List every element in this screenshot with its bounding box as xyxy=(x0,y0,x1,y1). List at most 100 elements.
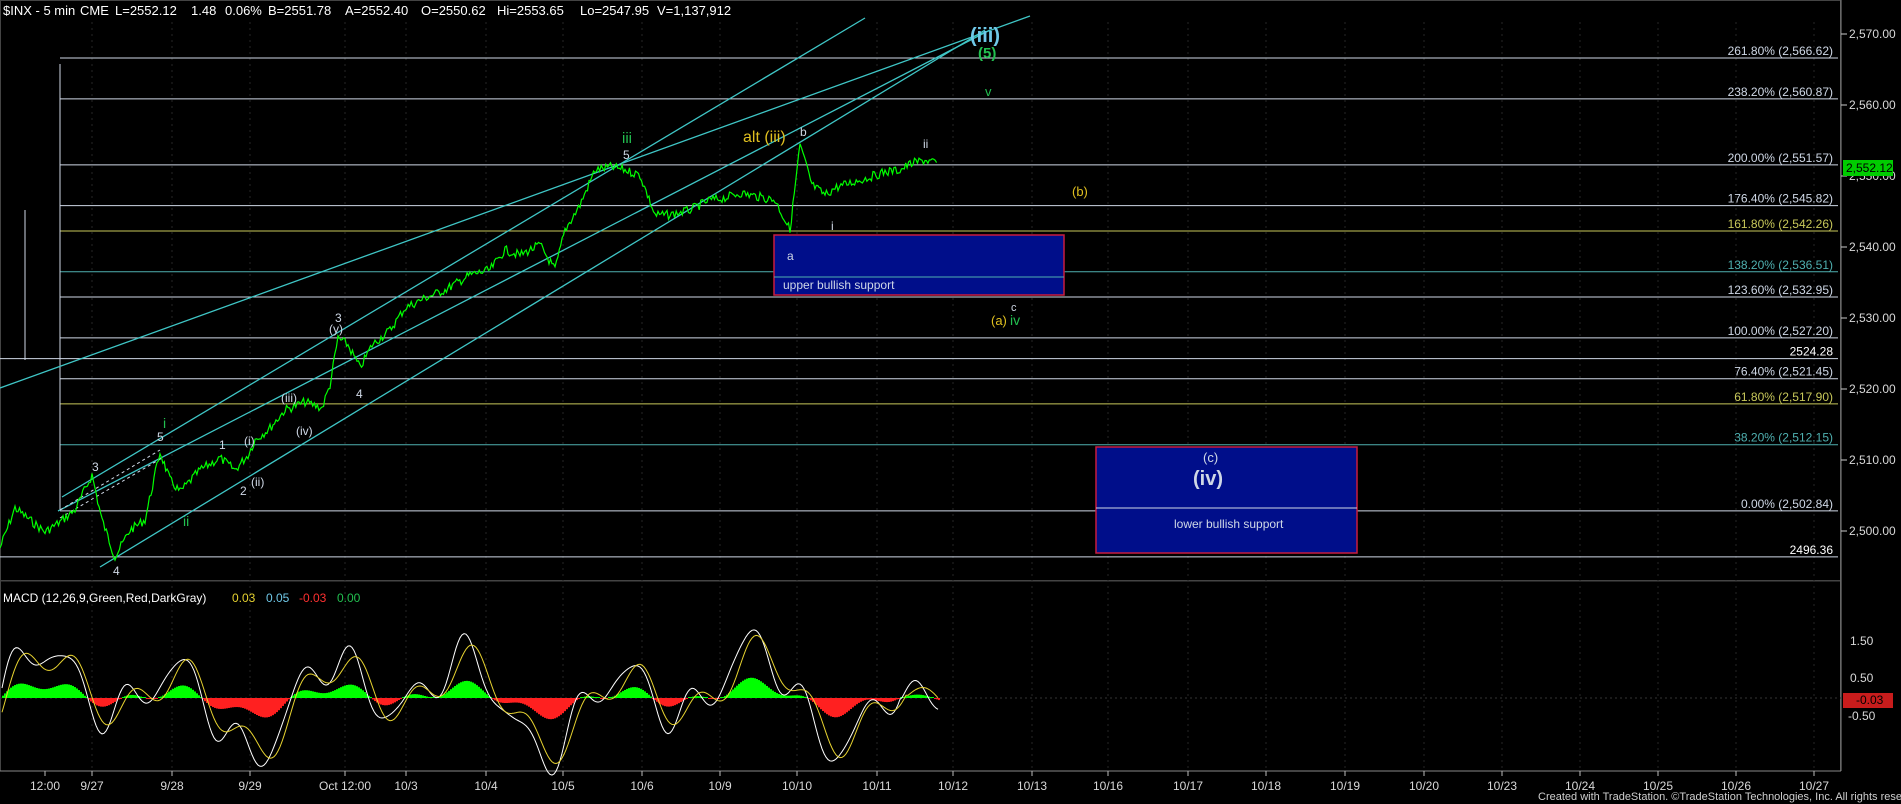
macd-bar xyxy=(252,698,254,713)
macd-bar xyxy=(96,698,98,706)
wave-label-iv-paren: (iv) xyxy=(1193,468,1223,490)
price-tick-label: 2,560.00 xyxy=(1849,98,1896,112)
wave-labels: (iii) (5) v alt (iii) b iii 5 ii i a (b)… xyxy=(92,25,1223,578)
macd-bar xyxy=(332,691,334,698)
macd-bar xyxy=(792,695,794,698)
macd-bar xyxy=(914,694,916,698)
macd-bar xyxy=(420,694,422,698)
macd-bar xyxy=(794,695,796,698)
macd-bar xyxy=(390,698,392,705)
time-tick-label: 10/4 xyxy=(474,779,498,793)
time-tick-label: 10/18 xyxy=(1251,779,1281,793)
macd-bar xyxy=(270,698,272,717)
macd-bar xyxy=(42,689,44,698)
macd-bar xyxy=(220,698,222,709)
macd-bar xyxy=(796,695,798,698)
macd-bar xyxy=(402,697,404,698)
macd-bar xyxy=(354,685,356,698)
chart-canvas[interactable]: $INX - 5 min CME L=2552.12 1.48 0.06% B=… xyxy=(0,0,1901,804)
macd-bar xyxy=(124,696,126,698)
fib-label: 176.40% (2,545.82) xyxy=(1728,192,1833,206)
wave-label-y: (y) xyxy=(329,322,343,336)
macd-bar xyxy=(160,696,162,698)
fib-label: 38.20% (2,512.15) xyxy=(1734,431,1833,445)
time-tick-label: 10/12 xyxy=(938,779,968,793)
macd-bar xyxy=(668,698,670,707)
time-tick-label: 10/13 xyxy=(1017,779,1047,793)
macd-value-tag: -0.03 xyxy=(1856,693,1884,707)
wave-label-c-paren: (c) xyxy=(1203,450,1218,465)
macd-bar xyxy=(232,698,234,708)
macd-tick-050: 0.50 xyxy=(1850,671,1874,685)
macd-bar xyxy=(456,684,458,698)
macd-bar xyxy=(868,698,870,700)
macd-bar xyxy=(550,698,552,720)
macd-bar xyxy=(468,681,470,698)
time-axis-labels: 12:00 9/27 9/28 9/29 Oct 12:00 10/3 10/4 10/5 10… xyxy=(30,771,1829,793)
macd-bar xyxy=(736,685,738,698)
chart-window: $INX - 5 min CME L=2552.12 1.48 0.06% B=… xyxy=(0,0,1901,804)
time-tick-label: 9/29 xyxy=(238,779,262,793)
wave-label-3-left: 3 xyxy=(92,460,99,474)
macd-bar xyxy=(28,685,30,698)
macd-bar xyxy=(884,698,886,703)
macd-bar xyxy=(708,698,710,699)
macd-bar xyxy=(772,690,774,698)
macd-bar xyxy=(478,686,480,698)
macd-bar xyxy=(774,691,776,698)
macd-bar xyxy=(780,694,782,698)
macd-bar xyxy=(898,698,900,699)
macd-bar xyxy=(132,694,134,698)
time-tick-label: 9/27 xyxy=(80,779,104,793)
macd-bar xyxy=(778,693,780,698)
header-symbol: $INX - 5 min xyxy=(3,3,75,18)
macd-bar xyxy=(130,694,132,698)
macd-bar xyxy=(248,698,250,711)
footer-credit: Created with TradeStation. ©TradeStation… xyxy=(1538,791,1901,803)
fib-label: 100.00% (2,527.20) xyxy=(1728,324,1833,338)
macd-bar xyxy=(690,697,692,698)
macd-bar xyxy=(428,696,430,698)
time-tick-label: 10/23 xyxy=(1487,779,1517,793)
wave-label-c: c xyxy=(1011,302,1017,314)
macd-bar xyxy=(338,688,340,698)
wave-label-4-left: 4 xyxy=(113,564,120,578)
macd-bar xyxy=(622,691,624,698)
macd-bar xyxy=(280,698,282,709)
macd-bar xyxy=(246,698,248,710)
macd-bar xyxy=(182,685,184,698)
macd-bar xyxy=(50,688,52,698)
macd-bar xyxy=(598,697,600,698)
wave-label-2: 2 xyxy=(240,484,247,498)
macd-bar xyxy=(924,695,926,698)
header-last: L=2552.12 xyxy=(115,3,177,18)
macd-bar xyxy=(886,698,888,703)
macd-bar xyxy=(148,698,150,699)
macd-bar xyxy=(526,698,528,706)
macd-bar xyxy=(580,697,582,698)
macd-bar xyxy=(858,698,860,703)
macd-panel: MACD (12,26,9,Green,Red,DarkGray) 0.03 0… xyxy=(0,591,1893,776)
macd-bar xyxy=(174,687,176,698)
wave-label-a: a xyxy=(787,249,794,263)
wave-label-5: 5 xyxy=(623,148,630,162)
macd-bar xyxy=(834,698,836,718)
macd-bar xyxy=(618,693,620,698)
fib-label: 238.20% (2,560.87) xyxy=(1728,85,1833,99)
macd-bar xyxy=(228,698,230,708)
macd-bar xyxy=(176,686,178,698)
header-volume: V=1,137,912 xyxy=(657,3,731,18)
macd-bar xyxy=(642,689,644,698)
macd-value-1: 0.03 xyxy=(232,591,256,605)
macd-bar xyxy=(250,698,252,712)
macd-bar xyxy=(302,690,304,698)
macd-bar xyxy=(768,687,770,698)
macd-bar xyxy=(510,698,512,703)
macd-bar xyxy=(770,689,772,698)
macd-bar xyxy=(346,684,348,698)
macd-bar xyxy=(358,687,360,698)
macd-bar xyxy=(84,695,86,698)
wave-label-v: v xyxy=(985,84,992,99)
macd-bar xyxy=(564,698,566,712)
macd-bar xyxy=(920,694,922,698)
